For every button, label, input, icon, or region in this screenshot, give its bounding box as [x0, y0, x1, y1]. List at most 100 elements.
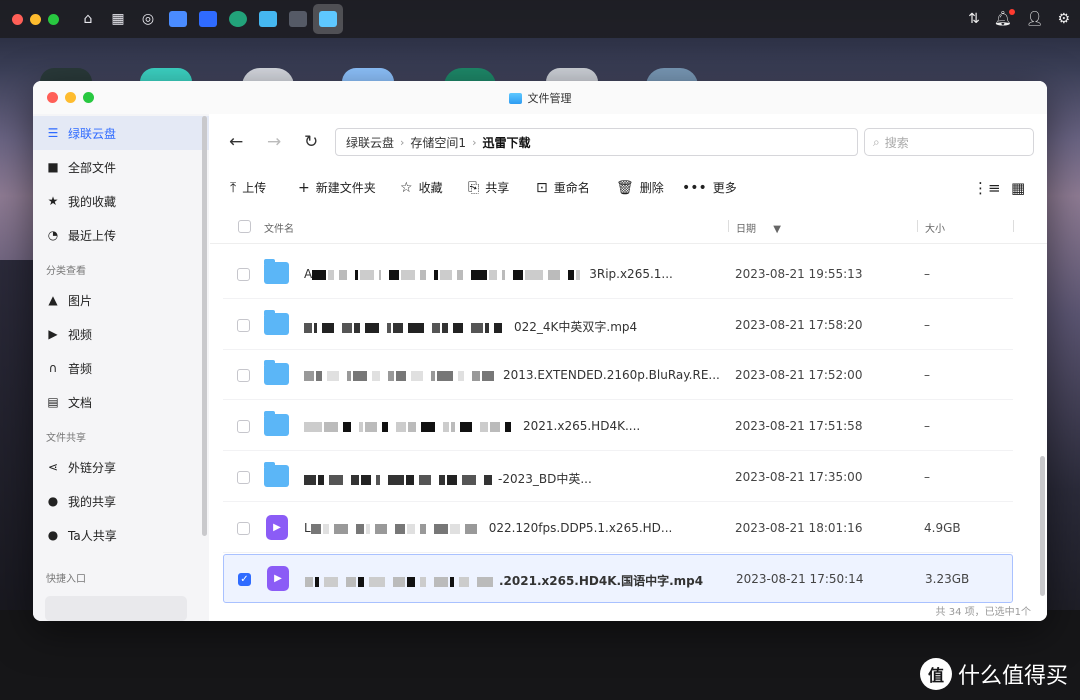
column-date[interactable]: 日期 ▼ [736, 220, 781, 235]
mosaic-block [365, 523, 370, 534]
breadcrumb-current[interactable]: 迅雷下载 [482, 134, 530, 151]
back-arrow-icon[interactable]: ← [229, 132, 243, 152]
upload-button[interactable]: ⤒ 上传 [230, 179, 266, 196]
mosaic-block [346, 577, 356, 588]
file-name[interactable]: 022_4K中英双字.mp4 [304, 318, 637, 335]
file-manager-window: 文件管理 ☰ 绿联云盘 ■ 全部文件 ★ 我的收藏 ◔ 最近上传 分类查看 ▲ … [33, 81, 1047, 621]
sidebar-item-videos[interactable]: ▶ 视频 [33, 317, 209, 351]
file-name[interactable]: 2021.x265.HD4K.... [304, 419, 640, 434]
mosaic-block [548, 270, 561, 280]
redacted-name-mosaic [305, 575, 495, 589]
minimize-dot-icon[interactable] [30, 13, 41, 25]
mosaic-block [459, 577, 469, 588]
mosaic-block [447, 474, 457, 485]
row-checkbox[interactable] [237, 318, 250, 332]
mosaic-block [440, 270, 453, 280]
window-title-text: 文件管理 [527, 92, 572, 105]
file-size: – [924, 368, 930, 383]
table-row[interactable]: -2023_BD中英... 2023-08-21 17:35:00 – [223, 453, 1013, 502]
file-name[interactable]: -2023_BD中英... [304, 470, 592, 487]
sidebar-item-label: 全部文件 [68, 160, 117, 175]
row-checkbox[interactable] [237, 268, 250, 281]
sidebar-item-label: 外链分享 [68, 460, 117, 475]
docker-app-icon[interactable] [283, 4, 313, 34]
sort-desc-icon: ▼ [773, 224, 781, 235]
file-manager-app-icon[interactable] [313, 4, 343, 34]
sidebar-item-favorites[interactable]: ★ 我的收藏 [33, 184, 209, 218]
file-name-prefix: A [304, 267, 313, 281]
backup-app-icon[interactable] [223, 4, 253, 34]
column-size[interactable]: 大小 [925, 220, 945, 235]
sidebar-scrollbar[interactable] [202, 116, 207, 536]
file-name[interactable]: A 3Rip.x265.1... [304, 267, 673, 282]
quick-entry-slot[interactable] [45, 596, 187, 621]
sidebar-item-my-share[interactable]: ● 我的共享 [33, 484, 209, 518]
watermark: 值 什么值得买 [919, 658, 1068, 690]
select-all-checkbox[interactable] [238, 220, 251, 233]
sidebar-item-label: 我的共享 [68, 494, 117, 509]
file-date: 2023-08-21 19:55:13 [735, 267, 863, 281]
folder-icon [264, 411, 289, 437]
more-button[interactable]: ••• 更多 [682, 179, 737, 196]
settings-icon[interactable]: ⚙ [1057, 11, 1070, 27]
file-size: – [924, 317, 930, 332]
table-row[interactable]: 2021.x265.HD4K.... 2023-08-21 17:51:58 – [223, 402, 1013, 452]
sidebar-item-images[interactable]: ▲ 图片 [33, 283, 209, 317]
main-scrollbar[interactable] [1040, 456, 1045, 596]
sidebar-item-others-share[interactable]: ● Ta人共享 [33, 518, 209, 552]
download-app-icon[interactable] [163, 4, 193, 34]
globe-icon[interactable]: ◎ [133, 4, 163, 34]
row-checkbox[interactable]: ✓ [238, 573, 251, 587]
home-icon[interactable]: ⌂ [73, 4, 103, 34]
mosaic-block [328, 270, 335, 280]
favorite-button[interactable]: ☆ 收藏 [400, 179, 443, 196]
sidebar-item-all-files[interactable]: ■ 全部文件 [33, 150, 209, 184]
breadcrumb-item[interactable]: 存储空间1 [410, 134, 466, 151]
column-name[interactable]: 文件名 [264, 220, 294, 235]
refresh-icon[interactable]: ↻ [304, 132, 318, 152]
sidebar-item-recent[interactable]: ◔ 最近上传 [33, 218, 209, 252]
file-name[interactable]: 2013.EXTENDED.2160p.BluRay.RE... [304, 368, 720, 383]
sidebar-item-documents[interactable]: ▤ 文档 [33, 385, 209, 419]
new-folder-button[interactable]: + 新建文件夹 [298, 179, 376, 196]
row-checkbox[interactable] [237, 420, 250, 434]
file-name[interactable]: .2021.x265.HD4K.国语中字.mp4 [305, 572, 703, 589]
forward-arrow-icon[interactable]: → [267, 132, 281, 152]
table-row[interactable]: 2013.EXTENDED.2160p.BluRay.RE... 2023-08-… [223, 351, 1013, 401]
grid-view-icon[interactable]: ▦ [1011, 179, 1025, 197]
mosaic-block [333, 523, 348, 534]
folder-icon [264, 360, 289, 386]
row-checkbox[interactable] [237, 369, 250, 383]
delete-button[interactable]: 🗑︎ 删除 [616, 179, 664, 196]
file-name-suffix: -2023_BD中英... [498, 471, 592, 486]
mosaic-block [310, 523, 321, 534]
share-button[interactable]: ⎘ 共享 [468, 179, 509, 196]
table-row[interactable]: 022_4K中英双字.mp4 2023-08-21 17:58:20 – [223, 301, 1013, 350]
document-icon: ▤ [47, 395, 59, 409]
sidebar-item-audio[interactable]: ∩ 音频 [33, 351, 209, 385]
rename-button[interactable]: ⊡ 重命名 [536, 179, 590, 196]
mosaic-block [485, 322, 489, 333]
table-row[interactable]: ✓ ▶ .2021.x265.HD4K.国语中字.mp4 2023-08-21 17:… [223, 554, 1013, 604]
clock-icon: ◔ [47, 228, 59, 242]
sidebar-item-cloud[interactable]: ☰ 绿联云盘 [33, 116, 209, 150]
network-app-icon[interactable] [193, 4, 223, 34]
row-checkbox[interactable] [237, 521, 250, 535]
bell-icon[interactable]: 🔔︎ [994, 9, 1015, 27]
file-name[interactable]: L 022.120fps.DDP5.1.x265.HD... [304, 521, 672, 536]
photos-app-icon[interactable] [253, 4, 283, 34]
maximize-dot-icon[interactable] [48, 13, 59, 25]
breadcrumb-item[interactable]: 绿联云盘 [346, 134, 394, 151]
search-input[interactable]: ⌕ 搜索 [864, 128, 1034, 156]
table-row[interactable]: ▶ L 022.120fps.DDP5.1.x265.HD... 2023-08-21… [223, 504, 1013, 553]
row-checkbox[interactable] [237, 470, 250, 484]
close-dot-icon[interactable] [12, 13, 23, 25]
sort-list-icon[interactable]: ⋮≡ [973, 179, 1001, 197]
sidebar-item-link-share[interactable]: ⋖ 外链分享 [33, 450, 209, 484]
table-row[interactable]: A 3Rip.x265.1... 2023-08-21 19:55:13 – [223, 250, 1013, 299]
apps-grid-icon[interactable]: ▦ [103, 4, 133, 34]
sidebar-item-label: 绿联云盘 [68, 126, 117, 141]
share-label: 共享 [485, 181, 510, 195]
transfer-icon[interactable]: ⇅ [968, 11, 980, 27]
user-icon[interactable]: 👤︎ [1026, 11, 1044, 27]
